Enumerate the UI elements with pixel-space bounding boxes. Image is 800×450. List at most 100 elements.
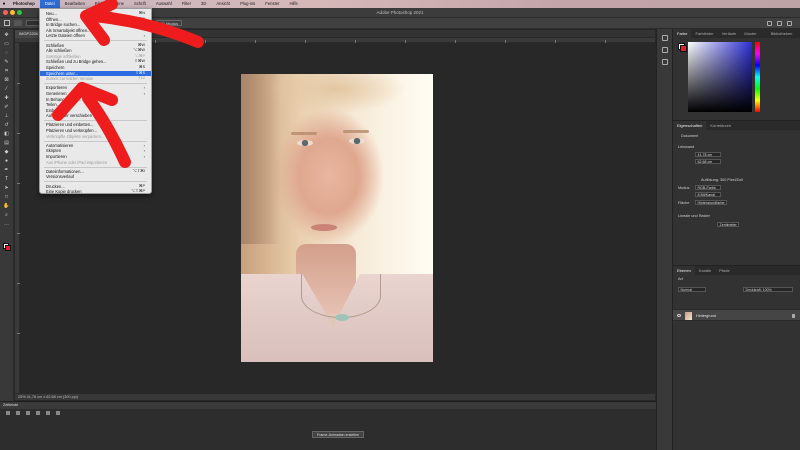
type-tool-icon[interactable]: T — [3, 176, 11, 182]
file-menu-shortcut: F12 — [138, 76, 145, 81]
zoom-tool-icon[interactable]: ⌕ — [3, 212, 11, 218]
file-menu-item: Aus iPhone oder iPad importieren — [40, 160, 151, 166]
marquee-tool-icon[interactable]: ▭ — [3, 41, 11, 47]
shape-tool-icon[interactable]: □ — [3, 194, 11, 200]
lasso-tool-icon[interactable]: ◌ — [3, 50, 11, 56]
menu-bearbeiten[interactable]: Bearbeiten — [60, 0, 90, 8]
home-icon[interactable] — [4, 20, 10, 26]
visibility-eye-icon[interactable] — [677, 314, 681, 317]
mode-dropdown[interactable]: RGB-Farbe — [695, 185, 721, 190]
document-label: Dokument — [681, 134, 699, 138]
menu-fenster[interactable]: Fenster — [260, 0, 284, 8]
menu-3d[interactable]: 3D — [196, 0, 211, 8]
layer-kind-filter[interactable]: Art — [678, 277, 683, 281]
workspace-icon[interactable] — [777, 20, 782, 26]
tab-farbe[interactable]: Farbe — [673, 29, 692, 38]
create-frame-animation-button[interactable]: Frame-Animation erstellen — [312, 431, 365, 438]
panel-background-swatch[interactable] — [680, 45, 687, 52]
document-image[interactable] — [241, 74, 433, 362]
timeline-title[interactable]: Zeitleiste — [0, 402, 656, 409]
gradient-tool-icon[interactable]: ▤ — [3, 140, 11, 146]
healing-tool-icon[interactable]: ✚ — [3, 95, 11, 101]
file-menu-shortcut: ⌥⇧⌘I — [132, 168, 145, 173]
audio-icon[interactable] — [46, 410, 50, 415]
lock-icon[interactable] — [792, 314, 795, 318]
prev-frame-icon[interactable] — [16, 410, 20, 415]
move-tool-icon[interactable] — [14, 20, 22, 26]
menu-app-photoshop[interactable]: Photoshop — [8, 0, 40, 8]
canvas-height-field[interactable]: 62,68 cm — [695, 159, 721, 164]
path-select-tool-icon[interactable]: ➤ — [3, 185, 11, 191]
file-menu-item[interactable]: Letzte Dateien öffnen › — [40, 33, 151, 39]
units-dropdown[interactable]: Zentimeter — [717, 222, 739, 227]
layer-row-background[interactable]: Hintergrund — [673, 309, 800, 321]
bit-depth-dropdown[interactable]: 8 Bit/Kanal — [695, 192, 721, 197]
opacity-field[interactable]: Deckkraft: 100% — [743, 287, 793, 292]
menu-separator — [44, 181, 147, 183]
properties-panel: Eigenschaften Korrekturen Dokument Leinw… — [673, 120, 800, 265]
submenu-chevron-icon: › — [143, 33, 145, 39]
autoselect-dropdown[interactable] — [26, 20, 40, 26]
frame-tool-icon[interactable]: ⊠ — [3, 77, 11, 83]
layer-name[interactable]: Hintergrund — [696, 310, 716, 322]
next-frame-icon[interactable] — [36, 410, 40, 415]
rulers-grids-label[interactable]: Lineale und Raster — [678, 214, 710, 218]
play-icon[interactable] — [26, 410, 30, 415]
file-menu-item[interactable]: Eine Kopie drucken ⌥⇧⌘P — [40, 189, 151, 195]
settings-icon[interactable] — [56, 410, 60, 415]
eraser-tool-icon[interactable]: ◧ — [3, 131, 11, 137]
menu-bild[interactable]: Bild — [90, 0, 107, 8]
menu-ansicht[interactable]: Ansicht — [211, 0, 235, 8]
menu-schrift[interactable]: Schrift — [129, 0, 151, 8]
crop-tool-icon[interactable]: ⌗ — [3, 68, 11, 74]
apple-icon[interactable]: ● — [0, 1, 8, 7]
actions-icon[interactable] — [661, 47, 668, 53]
menu-datei[interactable]: Datei — [39, 0, 60, 8]
brush-tool-icon[interactable]: ✐ — [3, 104, 11, 110]
menu-hilfe[interactable]: Hilfe — [284, 0, 302, 8]
menu-auswahl[interactable]: Auswahl — [151, 0, 177, 8]
blur-tool-icon[interactable]: ◆ — [3, 149, 11, 155]
canvas-section-label[interactable]: Leinwand — [678, 145, 694, 149]
menu-ebene[interactable]: Ebene — [107, 0, 129, 8]
fill-dropdown[interactable]: Hintergrundfarbe — [695, 200, 727, 205]
pen-tool-icon[interactable]: ✒ — [3, 167, 11, 173]
3d-mode-button[interactable]: 3D-Modus — [155, 20, 183, 26]
tab-ebenen[interactable]: Ebenen — [673, 266, 695, 275]
background-color-swatch[interactable] — [5, 245, 11, 251]
tab-farbfelder[interactable]: Farbfelder — [691, 29, 717, 38]
brushes-icon[interactable] — [661, 59, 668, 65]
search-icon[interactable] — [767, 20, 772, 26]
quick-select-tool-icon[interactable]: ✎ — [3, 59, 11, 65]
file-menu-item[interactable]: Versionsverlauf — [40, 174, 151, 180]
blend-mode-dropdown[interactable]: Normal — [678, 287, 706, 292]
menu-filter[interactable]: Filter — [177, 0, 196, 8]
tab-bibliotheken[interactable]: Bibliotheken — [767, 29, 797, 38]
first-frame-icon[interactable] — [6, 410, 10, 415]
hand-tool-icon[interactable]: ✋ — [3, 203, 11, 209]
file-menu-item-label: Aus iPhone oder iPad importieren — [46, 159, 108, 165]
macos-menubar: ● Photoshop Datei Bearbeiten Bild Ebene … — [0, 0, 800, 400]
dodge-tool-icon[interactable]: ● — [3, 158, 11, 164]
menu-separator — [44, 140, 147, 142]
document-status-bar[interactable]: 25% 41,78 cm x 62,68 cm (300 ppi) — [15, 393, 655, 400]
tab-muster[interactable]: Muster — [740, 29, 760, 38]
tab-pfade[interactable]: Pfade — [715, 266, 733, 275]
color-picker-field[interactable] — [688, 42, 752, 112]
canvas-width-field[interactable]: 41,78 cm — [695, 152, 721, 157]
share-icon[interactable] — [787, 20, 792, 26]
history-brush-tool-icon[interactable]: ↺ — [3, 122, 11, 128]
stamp-tool-icon[interactable]: ⊥ — [3, 113, 11, 119]
more-tools-icon[interactable]: … — [3, 221, 11, 227]
tab-korrekturen[interactable]: Korrekturen — [706, 121, 735, 130]
tab-kanaele[interactable]: Kanäle — [695, 266, 715, 275]
menu-plugins[interactable]: Plug-ins — [235, 0, 260, 8]
tab-eigenschaften[interactable]: Eigenschaften — [673, 121, 707, 130]
hue-slider[interactable] — [755, 42, 760, 112]
history-icon[interactable] — [661, 35, 668, 41]
eyedropper-tool-icon[interactable]: ⁄ — [3, 86, 11, 92]
layer-thumbnail[interactable] — [685, 312, 692, 320]
move-tool-icon[interactable]: ✥ — [3, 32, 11, 38]
tab-verlaeufe[interactable]: Verläufe — [718, 29, 741, 38]
file-menu-item[interactable]: Auf Rechner verschieben — [40, 113, 151, 119]
